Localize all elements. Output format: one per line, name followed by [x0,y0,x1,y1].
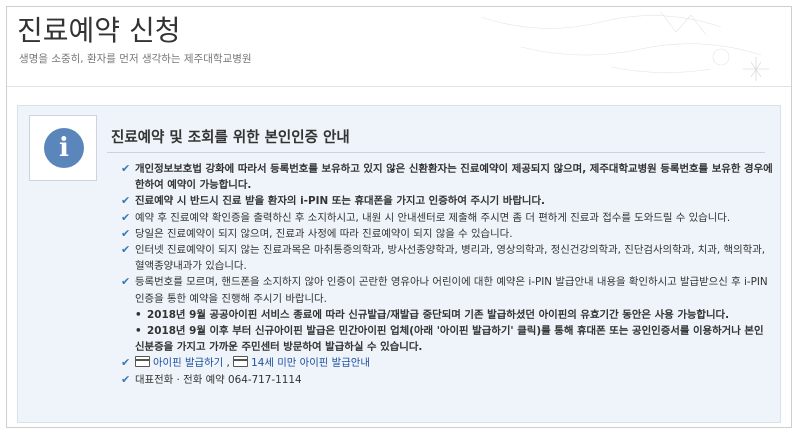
page-frame: 진료예약 신청 생명을 소중히, 환자를 먼저 생각하는 제주대학교병원 i 진… [6,6,792,428]
check-icon: ✔ [121,226,131,240]
info-icon-box: i [29,115,97,181]
page-title: 진료예약 신청 [17,14,181,47]
header-decoration-graphic [480,11,769,81]
check-icon: ✔ [121,210,131,224]
notice-list: ✔ 개인정보보호법 강화에 따라서 등록번호를 보유하고 있지 않은 신환환자는 … [121,161,775,388]
ipin-issue-link[interactable]: 아이핀 발급하기 [135,356,223,369]
list-item: ✔ 진료예약 시 반드시 진료 받을 환자의 i-PIN 또는 휴대폰을 가지고 … [121,193,775,209]
info-icon: i [44,128,84,168]
list-item: ✔ 예약 후 진료예약 확인증을 출력하신 후 소지하시고, 내원 시 안내센터로… [121,210,775,226]
check-icon: ✔ [121,372,131,386]
note-item: • 2018년 9월 이후 부터 신규아이핀 발급은 민간아이핀 업체(아래 '아… [135,325,764,354]
check-icon: ✔ [121,356,131,370]
ipin-links-item: ✔ 아이핀 발급하기 , 14세 미만 아이핀 발급안내 [121,355,775,371]
link-separator: , [226,357,230,370]
card-icon [135,356,150,368]
panel-title: 진료예약 및 조회를 위한 본인인증 안내 [111,130,350,146]
check-icon: ✔ [121,243,131,257]
list-item: ✔ 당일은 진료예약이 되지 않으며, 진료과 사정에 따라 진료예약이 되지 않… [121,226,775,242]
panel-divider [107,152,765,153]
header-divider [7,86,791,87]
list-item: ✔ 등록번호를 모르며, 핸드폰을 소지하지 않아 인증이 곤란한 영유아나 어린… [121,275,768,305]
note-item: • 2018년 9월 공공아이핀 서비스 종료에 따라 신규발급/재발급 중단되며… [135,308,730,321]
page-header: 진료예약 신청 생명을 소중히, 환자를 먼저 생각하는 제주대학교병원 [7,7,791,87]
phone-item: ✔ 대표전화 · 전화 예약 064-717-1114 [121,372,775,388]
card-icon [233,356,249,368]
page-subtitle: 생명을 소중히, 환자를 먼저 생각하는 제주대학교병원 [19,53,252,65]
under14-ipin-guide-link[interactable]: 14세 미만 아이핀 발급안내 [233,356,370,369]
check-icon: ✔ [121,194,131,208]
check-icon: ✔ [121,275,131,289]
identity-verification-panel: i 진료예약 및 조회를 위한 본인인증 안내 ✔ 개인정보보호법 강화에 따라서… [17,105,781,423]
check-icon: ✔ [121,162,131,175]
list-item: ✔ 개인정보보호법 강화에 따라서 등록번호를 보유하고 있지 않은 신환환자는 … [121,162,773,192]
list-item: ✔ 인터넷 진료예약이 되지 않는 진료과목은 마취통증의학과, 방사선종양학과,… [121,243,766,273]
